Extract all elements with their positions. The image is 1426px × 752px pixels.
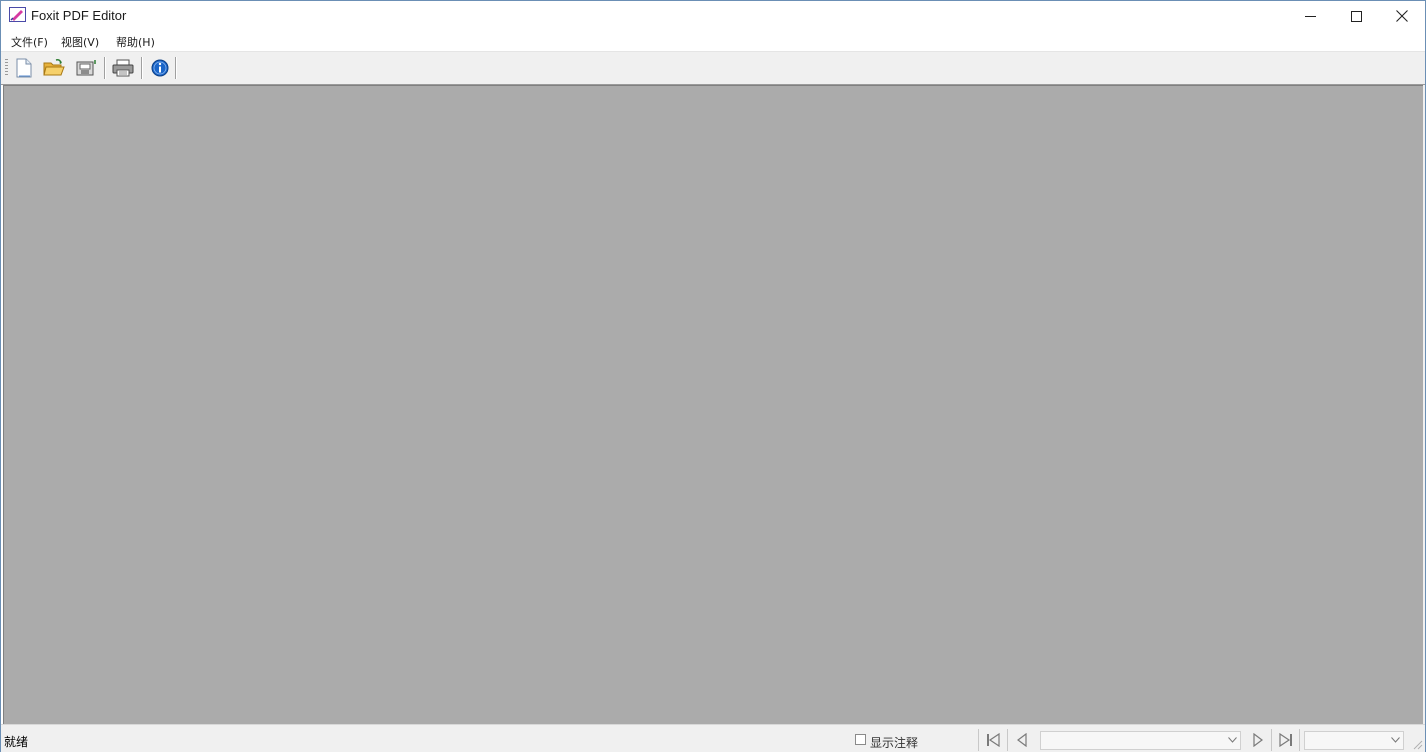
toolbar-separator	[141, 57, 142, 79]
status-text: 就绪	[4, 735, 29, 749]
save-icon	[76, 60, 96, 76]
close-button[interactable]	[1379, 1, 1425, 31]
page-number-combo[interactable]	[1040, 731, 1241, 750]
zoom-combo[interactable]	[1304, 731, 1404, 750]
toolbar-grip[interactable]	[5, 59, 8, 77]
previous-page-icon	[1017, 733, 1027, 747]
toolbar	[1, 52, 1425, 85]
open-folder-icon	[43, 59, 65, 76]
last-page-button[interactable]	[1276, 731, 1296, 749]
chevron-down-icon	[1228, 737, 1237, 743]
save-button[interactable]	[74, 57, 98, 79]
maximize-button[interactable]	[1333, 1, 1379, 31]
minimize-button[interactable]	[1287, 1, 1333, 31]
resize-grip-icon[interactable]	[1411, 738, 1423, 750]
minimize-icon	[1304, 15, 1316, 17]
about-button[interactable]	[148, 57, 172, 79]
toolbar-separator	[104, 57, 105, 79]
status-divider	[1007, 729, 1008, 751]
first-page-icon	[987, 733, 1000, 747]
first-page-button[interactable]	[983, 731, 1003, 749]
status-divider	[978, 729, 979, 751]
maximize-icon	[1350, 10, 1362, 22]
new-button[interactable]	[12, 57, 36, 79]
menu-view[interactable]: 视图(V)	[59, 34, 101, 50]
show-annotations-checkbox[interactable]	[855, 734, 866, 745]
next-page-icon	[1253, 733, 1263, 747]
document-workspace[interactable]	[3, 85, 1424, 724]
next-page-button[interactable]	[1248, 731, 1268, 749]
menu-bar: 文件(F) 视图(V) 帮助(H)	[1, 31, 1425, 52]
status-divider	[1271, 729, 1272, 751]
app-logo-icon	[9, 7, 26, 22]
close-icon	[1396, 10, 1408, 22]
print-button[interactable]	[111, 57, 135, 79]
status-divider	[1299, 729, 1300, 751]
status-bar: 就绪 显示注释	[1, 724, 1425, 752]
printer-icon	[112, 59, 134, 77]
menu-help[interactable]: 帮助(H)	[114, 34, 157, 50]
last-page-icon	[1279, 733, 1292, 747]
window-title: Foxit PDF Editor	[31, 8, 127, 23]
open-button[interactable]	[42, 57, 66, 79]
workspace-edge	[1423, 85, 1425, 724]
chevron-down-icon	[1391, 737, 1400, 743]
toolbar-separator	[175, 57, 176, 79]
new-document-icon	[16, 58, 32, 78]
show-annotations-label[interactable]: 显示注释	[870, 734, 918, 751]
menu-file[interactable]: 文件(F)	[9, 34, 50, 50]
title-bar[interactable]: Foxit PDF Editor	[1, 1, 1425, 31]
app-window: Foxit PDF Editor 文件(F) 视图(V) 帮助(H) 就绪 显示…	[0, 0, 1426, 752]
info-icon	[151, 59, 169, 77]
previous-page-button[interactable]	[1012, 731, 1032, 749]
